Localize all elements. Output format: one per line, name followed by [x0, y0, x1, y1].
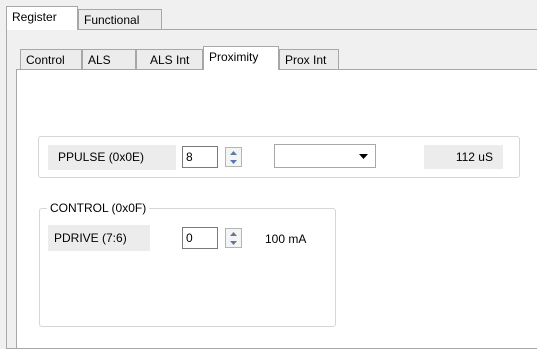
ppulse-readout-text: 112 uS: [455, 150, 493, 164]
ppulse-label: PPULSE (0x0E): [48, 145, 176, 170]
ppulse-label-text: PPULSE (0x0E): [58, 150, 145, 164]
spinner-up-icon[interactable]: [229, 230, 238, 238]
tab-proximity[interactable]: Proximity: [203, 46, 279, 70]
ppulse-value-input[interactable]: 8: [182, 146, 218, 168]
tab-functional[interactable]: Functional: [78, 9, 162, 30]
spinner-up-icon[interactable]: [229, 149, 238, 157]
spinner-down-icon[interactable]: [229, 239, 238, 247]
pdrive-value-input[interactable]: 0: [182, 227, 218, 249]
tab-als[interactable]: ALS: [82, 49, 136, 70]
tab-functional-label: Functional: [84, 13, 140, 27]
ppulse-spinner[interactable]: [225, 147, 242, 167]
pdrive-value-text: 0: [186, 231, 193, 245]
control-group-title-text: CONTROL (0x0F): [50, 201, 147, 215]
tab-register-label: Register: [12, 10, 57, 24]
chevron-down-icon: [359, 154, 368, 159]
ppulse-dropdown[interactable]: [274, 144, 376, 168]
tab-als-int-label: ALS Int: [150, 53, 190, 67]
tab-control[interactable]: Control: [20, 49, 82, 70]
tab-als-int[interactable]: ALS Int: [136, 49, 203, 70]
ppulse-readout: 112 uS: [424, 145, 503, 169]
tab-prox-int-label: Prox Int: [285, 53, 327, 67]
pdrive-label: PDRIVE (7:6): [48, 225, 150, 251]
ppulse-value-text: 8: [186, 150, 193, 164]
tab-als-label: ALS: [88, 53, 111, 67]
pdrive-label-text: PDRIVE (7:6): [54, 231, 127, 245]
pdrive-readout: 100 mA: [265, 232, 306, 246]
control-group-title: CONTROL (0x0F): [47, 201, 150, 215]
pdrive-readout-text: 100 mA: [265, 232, 307, 246]
tab-control-label: Control: [26, 53, 65, 67]
tab-proximity-label: Proximity: [209, 50, 259, 64]
tab-register[interactable]: Register: [6, 6, 78, 30]
pdrive-spinner[interactable]: [225, 228, 242, 248]
tab-prox-int[interactable]: Prox Int: [279, 49, 339, 70]
spinner-down-icon[interactable]: [229, 158, 238, 166]
